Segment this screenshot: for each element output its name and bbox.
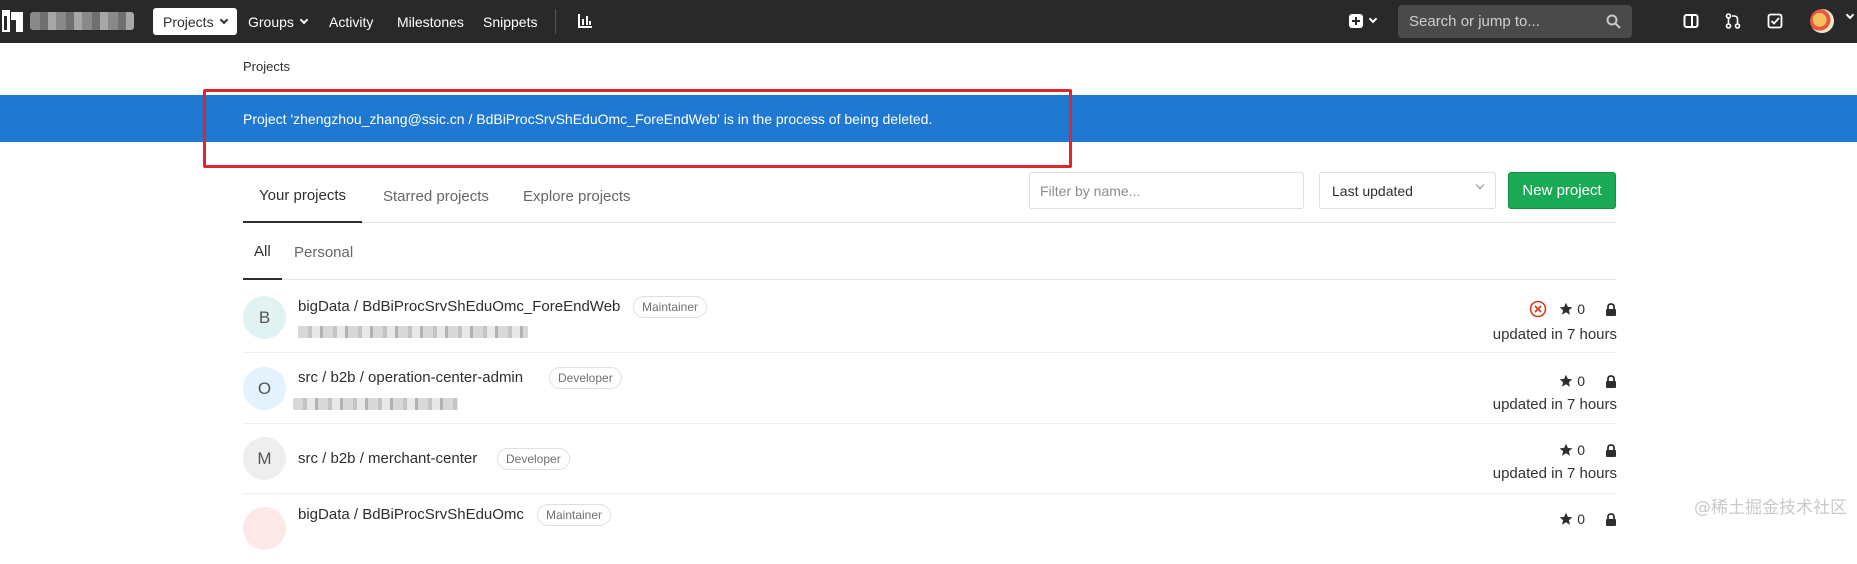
project-meta: 0	[1559, 373, 1617, 389]
project-meta: 0	[1529, 300, 1617, 318]
updated-time: updated in 7 hours	[1492, 465, 1617, 482]
subtab-label: All	[254, 242, 271, 260]
tab-your-projects[interactable]: Your projects	[243, 170, 362, 223]
role-badge: Developer	[497, 448, 570, 470]
chevron-down-icon	[299, 15, 309, 24]
lock-icon	[1606, 443, 1616, 457]
project-avatar[interactable]: M	[243, 437, 286, 480]
project-avatar-letter: O	[257, 378, 272, 398]
user-avatar[interactable]	[1810, 9, 1834, 33]
project-row[interactable]: B bigData / BdBiProcSrvShEduOmc_ForeEndW…	[243, 284, 1617, 353]
new-project-label: New project	[1522, 182, 1602, 199]
search-box[interactable]	[1398, 5, 1632, 38]
project-name-link[interactable]: src / b2b / operation-center-admin	[298, 369, 523, 386]
watermark: @稀土掘金技术社区	[1694, 498, 1847, 518]
chevron-down-icon	[1368, 14, 1377, 24]
star-icon	[1559, 302, 1573, 315]
role-badge: Maintainer	[537, 504, 612, 526]
project-row[interactable]: O src / b2b / operation-center-admin Dev…	[243, 355, 1617, 424]
nav-projects-label: Projects	[163, 13, 214, 30]
new-project-button[interactable]: New project	[1508, 172, 1616, 209]
chevron-down-icon[interactable]	[1845, 10, 1855, 20]
nav-groups-label: Groups	[248, 13, 294, 30]
updated-time: updated in 7 hours	[1492, 396, 1617, 413]
role-badge: Maintainer	[633, 296, 708, 318]
star-count-value: 0	[1577, 301, 1585, 317]
star-icon	[1559, 443, 1573, 456]
tab-starred-projects[interactable]: Starred projects	[367, 170, 505, 223]
star-count[interactable]: 0	[1559, 442, 1585, 458]
nav-divider	[555, 9, 556, 34]
star-count-value: 0	[1577, 373, 1585, 389]
sort-dropdown[interactable]: Last updated	[1319, 172, 1496, 209]
tab-label: Your projects	[259, 187, 346, 204]
nav-milestones[interactable]: Milestones	[387, 8, 474, 35]
project-avatar-letter: B	[258, 307, 271, 327]
nav-projects[interactable]: Projects	[153, 8, 237, 35]
filter-input[interactable]	[1029, 172, 1304, 209]
sort-selected-value: Last updated	[1332, 182, 1413, 199]
flash-message: Project 'zhengzhou_zhang@ssic.cn / BdBiP…	[243, 110, 933, 127]
lock-icon	[1606, 374, 1616, 388]
project-name-link[interactable]: bigData / BdBiProcSrvShEduOmc_ForeEndWeb	[298, 298, 620, 315]
project-row[interactable]: bigData / BdBiProcSrvShEduOmc Maintainer…	[243, 495, 1617, 564]
star-count[interactable]: 0	[1559, 301, 1585, 317]
chevron-down-icon	[1475, 180, 1485, 190]
role-badge: Developer	[549, 367, 622, 389]
new-dropdown[interactable]	[1345, 10, 1379, 32]
subtab-label: Personal	[294, 243, 354, 261]
project-filter-subtabs: All Personal	[243, 224, 1617, 280]
star-icon	[1559, 512, 1573, 525]
gitlab-logo-icon[interactable]	[2, 8, 24, 34]
project-description-blurred	[293, 398, 458, 410]
plus-icon	[1348, 14, 1363, 28]
instance-name-blurred	[30, 12, 134, 30]
star-count-value: 0	[1577, 511, 1585, 527]
project-row[interactable]: M src / b2b / merchant-center Developer …	[243, 425, 1617, 494]
top-navbar: Projects Groups Activity Milestones Snip…	[0, 0, 1857, 43]
tab-label: Starred projects	[383, 188, 489, 205]
project-meta: 0	[1559, 511, 1617, 527]
chevron-down-icon	[219, 15, 228, 24]
star-count-value: 0	[1577, 442, 1585, 458]
flash-notice: Project 'zhengzhou_zhang@ssic.cn / BdBiP…	[0, 95, 1857, 142]
project-name-link[interactable]: src / b2b / merchant-center	[298, 450, 477, 467]
lock-icon	[1606, 302, 1616, 316]
project-avatar-letter: M	[257, 448, 272, 468]
project-avatar[interactable]: B	[243, 296, 286, 339]
project-avatar[interactable]	[243, 507, 286, 550]
lock-icon	[1606, 512, 1616, 526]
subtab-personal[interactable]: Personal	[283, 224, 364, 280]
project-description-blurred	[298, 326, 528, 338]
todo-icon[interactable]	[1764, 10, 1786, 32]
search-icon	[1606, 14, 1621, 29]
search-input[interactable]	[1409, 13, 1599, 30]
breadcrumb[interactable]: Projects	[243, 59, 290, 74]
star-count[interactable]: 0	[1559, 373, 1585, 389]
project-meta: 0	[1559, 442, 1617, 458]
tab-label: Explore projects	[523, 188, 631, 205]
nav-groups[interactable]: Groups	[238, 8, 317, 35]
star-count[interactable]: 0	[1559, 511, 1585, 527]
subtab-all[interactable]: All	[243, 224, 282, 280]
nav-activity[interactable]: Activity	[319, 8, 383, 35]
sidebar-icon[interactable]	[1680, 10, 1702, 32]
nav-snippets[interactable]: Snippets	[473, 8, 547, 35]
tab-explore-projects[interactable]: Explore projects	[507, 170, 647, 223]
project-avatar[interactable]: O	[243, 367, 286, 410]
pipeline-failed-icon[interactable]	[1529, 300, 1547, 318]
nav-snippets-label: Snippets	[483, 13, 538, 30]
star-icon	[1559, 374, 1573, 387]
updated-time: updated in 7 hours	[1492, 326, 1617, 343]
project-name-link[interactable]: bigData / BdBiProcSrvShEduOmc	[298, 506, 524, 523]
merge-request-icon[interactable]	[1722, 10, 1744, 32]
nav-activity-label: Activity	[329, 13, 374, 30]
nav-milestones-label: Milestones	[397, 13, 464, 30]
chart-icon[interactable]	[574, 10, 596, 32]
